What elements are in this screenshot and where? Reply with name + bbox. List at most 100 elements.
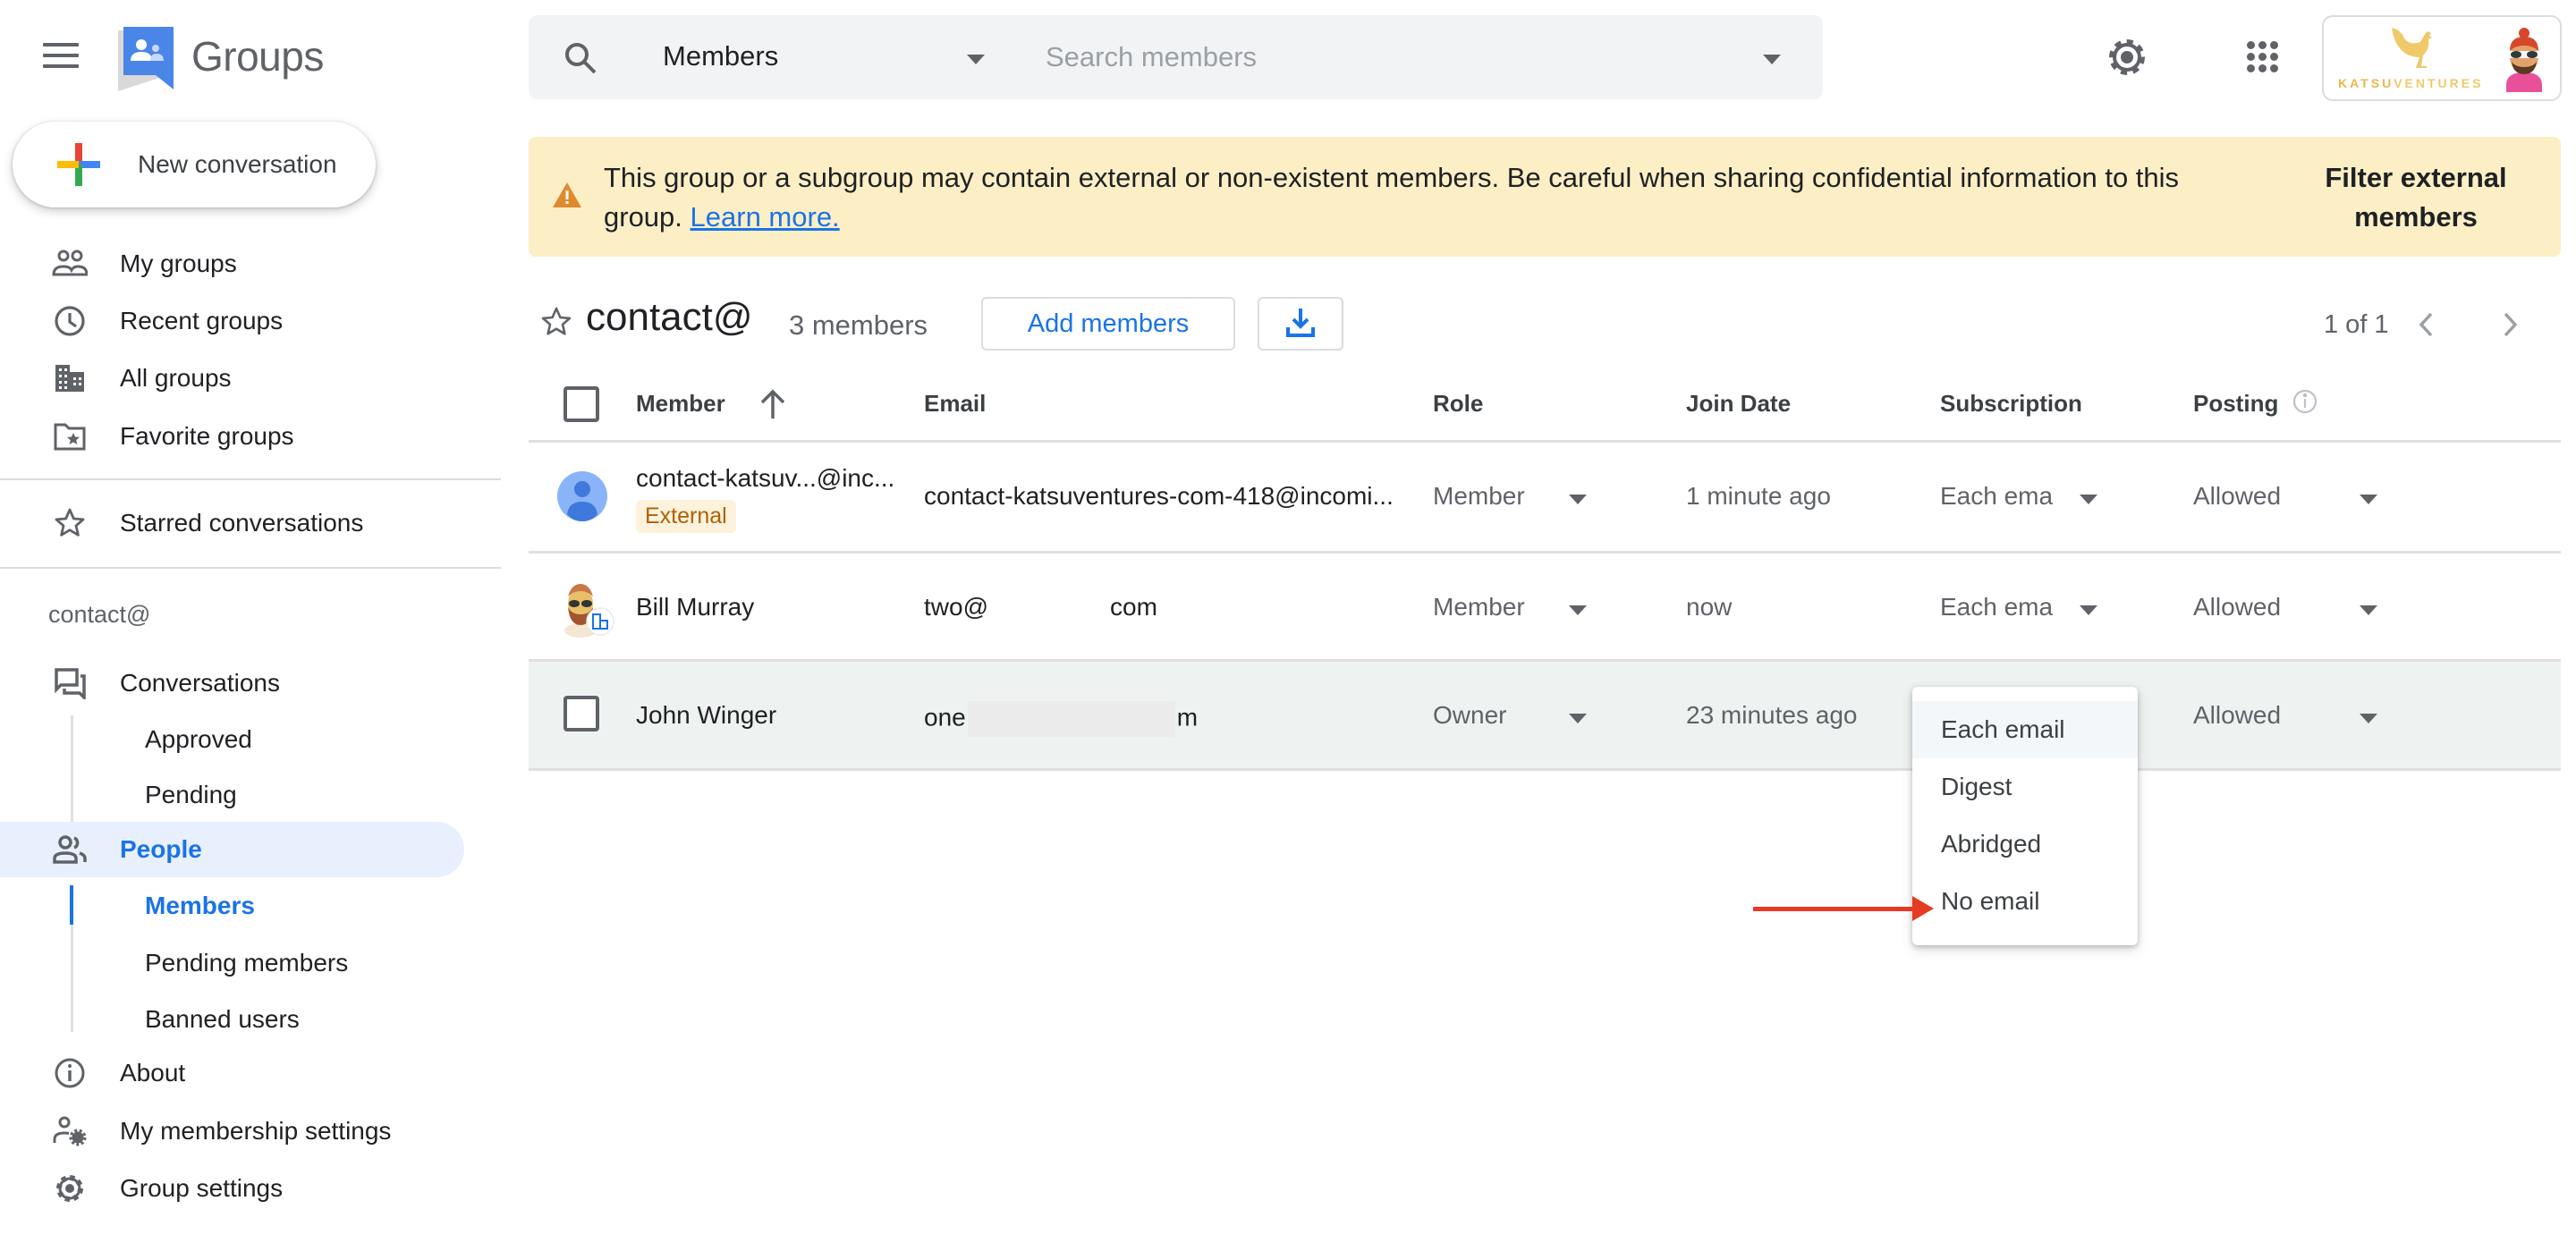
search-icon[interactable] [563, 40, 598, 76]
plus-icon [57, 143, 100, 186]
chevron-down-icon[interactable] [1569, 605, 1587, 615]
posting-info-icon[interactable] [2292, 388, 2318, 419]
sidebar-item-my-groups[interactable]: My groups [0, 236, 483, 292]
email-visible-start: two@ [924, 593, 988, 621]
menu-item-each-email[interactable]: Each email [1912, 701, 2138, 758]
add-members-button[interactable]: Add members [981, 297, 1235, 351]
sidebar-item-label: Members [145, 892, 255, 919]
table-row[interactable]: contact-katsuv...@inc... External contac… [529, 443, 2561, 552]
sort-ascending-icon[interactable] [757, 388, 789, 425]
user-avatar[interactable] [2499, 26, 2549, 97]
member-name: contact-katsuv...@inc... [636, 464, 895, 492]
redacted-region [967, 701, 1175, 737]
member-name: John Winger [636, 701, 777, 729]
table-row[interactable]: John Winger one m Owner 23 minutes ago Al… [529, 662, 2561, 771]
member-email: one m [924, 701, 1198, 737]
sidebar-item-label: My membership settings [120, 1117, 392, 1145]
brand-suffix: VENTURES [2394, 76, 2484, 90]
chevron-down-icon[interactable] [1569, 495, 1587, 504]
subscription-dropdown-menu: Each email Digest Abridged No email [1912, 687, 2138, 945]
sidebar-item-recent-groups[interactable]: Recent groups [0, 293, 483, 349]
learn-more-link[interactable]: Learn more. [691, 201, 840, 233]
sidebar-item-approved[interactable]: Approved [0, 712, 483, 767]
sidebar-item-banned-users[interactable]: Banned users [0, 992, 483, 1047]
favorite-star-icon[interactable] [540, 306, 574, 340]
column-header-member[interactable]: Member [636, 390, 725, 418]
sidebar-item-starred-conversations[interactable]: Starred conversations [0, 495, 483, 551]
sidebar-item-favorite-groups[interactable]: Favorite groups [0, 409, 483, 464]
sidebar-item-about[interactable]: About [0, 1045, 483, 1101]
sidebar-item-label: Starred conversations [120, 509, 364, 537]
posting-select[interactable]: Allowed [2193, 701, 2281, 730]
sidebar-item-membership-settings[interactable]: My membership settings [0, 1103, 483, 1159]
pagination-text: 1 of 1 [2324, 310, 2389, 339]
select-all-checkbox[interactable] [564, 386, 599, 422]
member-photo-avatar [559, 580, 616, 644]
next-page-icon[interactable] [2500, 309, 2521, 345]
sidebar-item-label: Group settings [120, 1174, 284, 1202]
search-input[interactable] [1046, 33, 1743, 81]
settings-gear-icon[interactable] [2106, 36, 2148, 79]
sidebar-item-all-groups[interactable]: All groups [0, 351, 483, 406]
sidebar-item-label: My groups [120, 249, 237, 277]
current-group-label: contact@ [48, 601, 151, 628]
sidebar-item-people[interactable]: People [0, 822, 464, 877]
download-icon [1284, 306, 1317, 342]
menu-item-abridged[interactable]: Abridged [1912, 816, 2138, 873]
column-header-email[interactable]: Email [924, 390, 986, 418]
sidebar-item-group-settings[interactable]: Group settings [0, 1161, 483, 1216]
subscription-select[interactable]: Each ema [1940, 482, 2053, 511]
chevron-down-icon[interactable] [2360, 714, 2377, 723]
chevron-down-icon[interactable] [2080, 495, 2097, 504]
new-conversation-button[interactable]: New conversation [13, 122, 376, 207]
sidebar-item-members[interactable]: Members [0, 878, 483, 934]
posting-select[interactable]: Allowed [2193, 593, 2281, 622]
join-date: now [1686, 593, 1733, 621]
app-title[interactable]: Groups [191, 32, 324, 80]
sidebar-item-label: People [120, 835, 202, 863]
apps-grid-icon[interactable] [2247, 41, 2279, 73]
column-header-join-date[interactable]: Join Date [1686, 390, 1791, 418]
account-button[interactable]: KATSUVENTURES [2322, 15, 2562, 101]
search-options-icon[interactable] [1763, 55, 1781, 64]
chevron-down-icon[interactable] [1569, 714, 1587, 723]
chevron-down-icon[interactable] [967, 55, 985, 64]
role-select[interactable]: Member [1433, 593, 1525, 622]
sidebar-item-pending-members[interactable]: Pending members [0, 935, 483, 991]
sidebar-item-label: Approved [145, 725, 252, 753]
sidebar-divider [0, 478, 501, 480]
row-select-checkbox[interactable] [564, 696, 599, 731]
previous-page-icon[interactable] [2415, 309, 2436, 345]
sidebar-item-pending[interactable]: Pending [0, 767, 483, 823]
search-bar: Members [529, 15, 1823, 99]
banner-message: This group or a subgroup may contain ext… [604, 158, 2214, 237]
search-scope-select[interactable]: Members [663, 40, 778, 72]
column-header-subscription[interactable]: Subscription [1940, 390, 2082, 418]
download-button[interactable] [1258, 297, 1343, 351]
subscription-select[interactable]: Each ema [1940, 593, 2053, 622]
posting-select[interactable]: Allowed [2193, 482, 2281, 511]
email-visible-start: one [924, 703, 966, 731]
member-email: two@ com [924, 593, 1157, 622]
menu-item-no-email[interactable]: No email [1912, 873, 2138, 930]
chevron-down-icon[interactable] [2080, 605, 2097, 615]
column-header-role[interactable]: Role [1433, 390, 1483, 418]
annotation-arrow-head-icon [1912, 896, 1934, 921]
main-menu-button[interactable] [43, 43, 82, 72]
column-header-posting[interactable]: Posting [2193, 390, 2278, 418]
role-select[interactable]: Member [1433, 482, 1525, 511]
star-icon [52, 505, 88, 541]
sidebar-item-conversations[interactable]: Conversations [0, 655, 483, 711]
role-select[interactable]: Owner [1433, 701, 1506, 730]
sidebar-item-label: Pending members [145, 949, 349, 977]
filter-external-members-button[interactable]: Filter external members [2273, 158, 2559, 237]
sidebar-item-label: Pending [145, 781, 237, 808]
rooster-logo-icon [2386, 24, 2436, 73]
chevron-down-icon[interactable] [2360, 495, 2377, 504]
member-count: 3 members [789, 309, 928, 341]
sidebar-item-label: Conversations [120, 669, 280, 697]
table-row[interactable]: Bill Murray two@ com Member now Each ema … [529, 554, 2561, 663]
gear-icon [52, 1171, 88, 1206]
menu-item-digest[interactable]: Digest [1912, 758, 2138, 816]
chevron-down-icon[interactable] [2360, 605, 2377, 615]
